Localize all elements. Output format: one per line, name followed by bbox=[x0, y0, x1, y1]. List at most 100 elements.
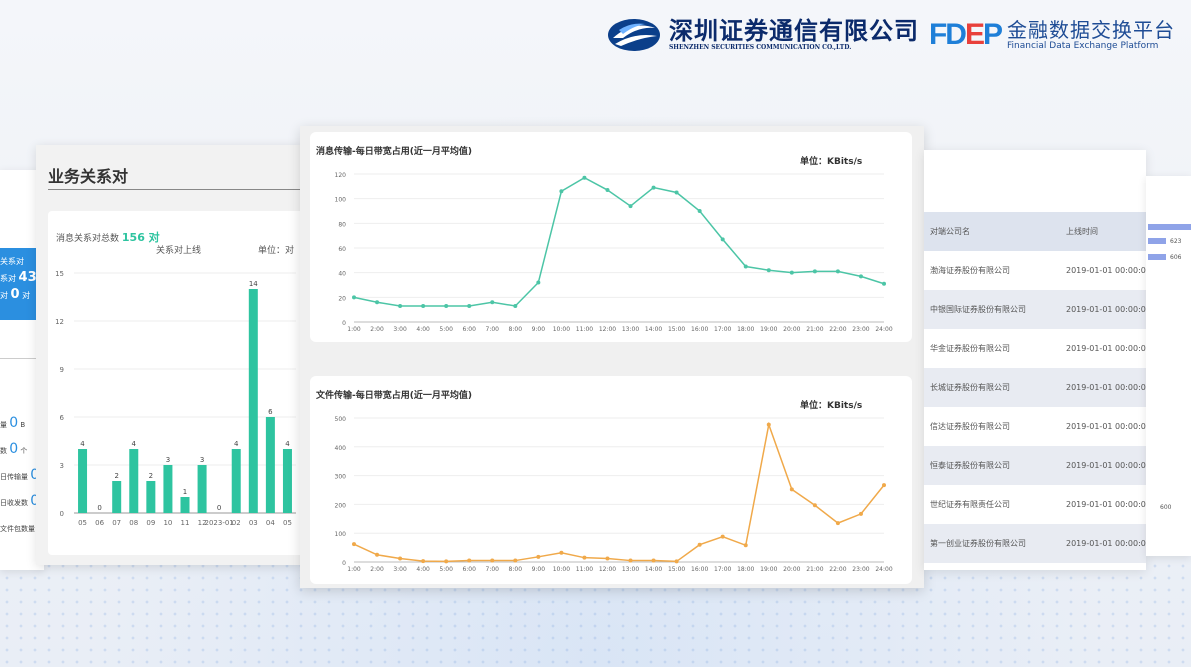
x-tick-label: 17:00 bbox=[714, 326, 731, 333]
data-point bbox=[536, 280, 541, 285]
company-cell: 中银国际证券股份有限公司 bbox=[930, 305, 1026, 314]
title-underline bbox=[48, 189, 300, 190]
bar bbox=[129, 449, 139, 513]
column-header-online-time: 上线时间 bbox=[1066, 227, 1098, 236]
data-point bbox=[605, 188, 610, 193]
bar bbox=[282, 449, 292, 513]
table-row[interactable]: 世纪证券有限责任公司 2019-01-01 00:00:00 bbox=[924, 485, 1146, 524]
data-point bbox=[697, 542, 702, 547]
online-time-cell: 2019-01-01 00:00:00 bbox=[1066, 383, 1146, 392]
bar-value-label: 0 bbox=[97, 504, 101, 512]
company-cell: 长城证券股份有限公司 bbox=[930, 383, 1010, 392]
data-point bbox=[674, 559, 679, 564]
data-point bbox=[559, 550, 564, 555]
company-cell: 世纪证券有限责任公司 bbox=[930, 500, 1010, 509]
data-point bbox=[352, 542, 356, 547]
company-cell: 渤海证券股份有限公司 bbox=[930, 266, 1010, 275]
bar bbox=[112, 481, 122, 513]
bar-value-label: 0 bbox=[217, 504, 221, 512]
data-point bbox=[882, 281, 886, 286]
data-point bbox=[513, 303, 518, 308]
data-point bbox=[743, 264, 748, 269]
x-tick-label: 22:00 bbox=[829, 566, 846, 573]
y-tick-label: 20 bbox=[338, 295, 346, 302]
relation-online-card: 消息关系对总数 156 对 关系对上线 单位：对 0 3 6 9 12 15 4 05 0 06 2… bbox=[48, 211, 304, 555]
x-tick-label: 11 bbox=[181, 519, 190, 527]
x-tick-label: 16:00 bbox=[691, 326, 708, 333]
x-tick-label: 23:00 bbox=[852, 566, 869, 573]
data-point bbox=[421, 559, 426, 564]
x-tick-label: 8:00 bbox=[509, 566, 523, 573]
x-tick-label: 4:00 bbox=[416, 566, 430, 573]
series-line bbox=[353, 176, 885, 307]
y-tick-label: 200 bbox=[335, 502, 347, 509]
data-point bbox=[651, 558, 656, 563]
bar bbox=[180, 497, 190, 513]
y-tick-label: 300 bbox=[335, 474, 347, 481]
x-tick-label: 9:00 bbox=[532, 326, 546, 333]
data-point bbox=[812, 503, 817, 508]
brand-header: 深圳证券通信有限公司 SHENZHEN SECURITIES COMMUNICA… bbox=[605, 16, 1175, 54]
data-point bbox=[444, 559, 449, 564]
bar-value-label: 1 bbox=[183, 488, 187, 496]
table-row[interactable]: 信达证券股份有限公司 2019-01-01 00:00:00 bbox=[924, 407, 1146, 446]
y-tick-label: 12 bbox=[55, 318, 64, 326]
data-point bbox=[398, 556, 403, 561]
table-row[interactable]: 第一创业证券股份有限公司 2019-01-01 00:00:00 bbox=[924, 524, 1146, 563]
szsc-logo: 深圳证券通信有限公司 SHENZHEN SECURITIES COMMUNICA… bbox=[605, 16, 919, 54]
data-point bbox=[697, 209, 702, 213]
table-row[interactable]: 华金证券股份有限公司 2019-01-01 00:00:00 bbox=[924, 329, 1146, 368]
x-tick-label: 24:00 bbox=[875, 566, 892, 573]
partial-axis-label: 600 bbox=[1160, 504, 1172, 511]
online-time-cell: 2019-01-01 00:00:00 bbox=[1066, 500, 1146, 509]
y-tick-label: 0 bbox=[342, 560, 346, 567]
x-tick-label: 6:00 bbox=[462, 326, 476, 333]
x-tick-label: 02 bbox=[232, 519, 241, 527]
bar bbox=[78, 449, 88, 513]
y-tick-label: 100 bbox=[335, 197, 347, 204]
x-tick-label: 22:00 bbox=[829, 326, 846, 333]
data-point bbox=[835, 269, 840, 274]
y-tick-label: 0 bbox=[342, 320, 346, 327]
bar-value-label: 14 bbox=[249, 280, 258, 288]
table-row[interactable]: 恒泰证券股份有限公司 2019-01-01 00:00:00 bbox=[924, 446, 1146, 485]
x-tick-label: 7:00 bbox=[486, 326, 500, 333]
bar-value-label: 4 bbox=[234, 440, 239, 448]
table-row[interactable]: 渤海证券股份有限公司 2019-01-01 00:00:00 bbox=[924, 251, 1146, 290]
x-tick-label: 3:00 bbox=[393, 566, 407, 573]
x-tick-label: 06 bbox=[95, 519, 104, 527]
data-point bbox=[835, 521, 840, 526]
x-tick-label: 13:00 bbox=[622, 326, 639, 333]
file-line-chart: 0 100 200 300 400 500 1:00 2:00 3:00 4:00 5:00 6:00… bbox=[335, 416, 893, 573]
column-header-company: 对端公司名 bbox=[930, 227, 970, 236]
x-tick-label: 10:00 bbox=[553, 326, 570, 333]
partial-bar bbox=[1148, 254, 1166, 260]
x-tick-label: 20:00 bbox=[783, 566, 800, 573]
online-time-cell: 2019-01-01 00:00:00 bbox=[1066, 344, 1146, 353]
table-row[interactable]: 长城证券股份有限公司 2019-01-01 00:00:00 bbox=[924, 368, 1146, 407]
data-point bbox=[651, 185, 656, 190]
table-row[interactable]: 中银国际证券股份有限公司 2019-01-01 00:00:00 bbox=[924, 290, 1146, 329]
bar bbox=[146, 481, 156, 513]
x-tick-label: 21:00 bbox=[806, 566, 823, 573]
bar-value-label: 4 bbox=[80, 440, 85, 448]
message-line-chart: 0 20 40 60 80 100 120 1:00 2:00 3:00 4:00 5:00 6:00 7… bbox=[335, 172, 893, 333]
company-name-en: SHENZHEN SECURITIES COMMUNICATION CO.,LT… bbox=[668, 44, 852, 51]
data-point bbox=[766, 422, 771, 427]
x-tick-label: 10:00 bbox=[553, 566, 570, 573]
x-tick-label: 23:00 bbox=[852, 326, 869, 333]
x-tick-label: 20:00 bbox=[783, 326, 800, 333]
bar-value-label: 4 bbox=[132, 440, 137, 448]
y-tick-label: 3 bbox=[60, 462, 64, 470]
data-point bbox=[628, 204, 633, 209]
bar bbox=[197, 465, 207, 513]
message-bandwidth-card: 消息传输-每日带宽占用(近一月平均值) 单位：KBits/s 0 20 40 60 80… bbox=[310, 132, 912, 342]
x-tick-label: 19:00 bbox=[760, 566, 777, 573]
online-time-cell: 2019-01-01 00:00:00 bbox=[1066, 461, 1146, 470]
x-tick-label: 12:00 bbox=[599, 326, 616, 333]
x-tick-label: 1:00 bbox=[347, 326, 361, 333]
data-point bbox=[789, 270, 794, 275]
bar-value-label: 2 bbox=[149, 472, 153, 480]
bar-value-label: 2 bbox=[114, 472, 118, 480]
x-tick-label: 9:00 bbox=[532, 566, 546, 573]
